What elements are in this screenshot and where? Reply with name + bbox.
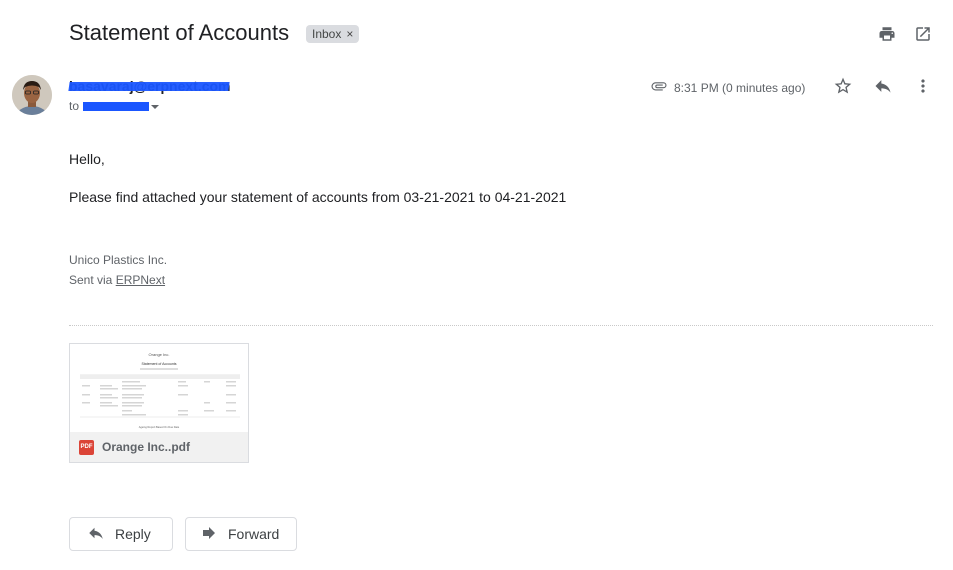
preview-company: Orange Inc. — [149, 352, 170, 357]
open-in-new-window-icon[interactable] — [911, 22, 935, 46]
signature-company: Unico Plastics Inc. — [69, 253, 168, 267]
to-prefix: to — [69, 99, 80, 113]
attachment-card[interactable]: Orange Inc. Statement of Accounts Ageing… — [69, 343, 249, 463]
reply-button[interactable]: Reply — [69, 517, 173, 551]
sender-avatar[interactable] — [12, 75, 52, 115]
print-icon[interactable] — [875, 22, 899, 46]
greeting-text: Hello, — [69, 151, 105, 167]
chevron-down-icon[interactable] — [151, 99, 160, 113]
body-text: Please find attached your statement of a… — [69, 189, 567, 205]
reply-button-label: Reply — [115, 526, 151, 542]
message-time: 8:31 PM (0 minutes ago) — [674, 80, 806, 95]
more-vert-icon[interactable] — [911, 74, 935, 98]
reply-button-icon — [87, 524, 105, 545]
attachment-filename: Orange Inc..pdf — [102, 440, 191, 454]
attachment-thumbnail: Orange Inc. Statement of Accounts Ageing… — [70, 344, 248, 432]
email-subject: Statement of Accounts — [69, 20, 290, 45]
remove-label-icon[interactable]: × — [346, 25, 353, 43]
forward-button-icon — [200, 524, 218, 545]
preview-footer: Ageing Report Based On Due Date — [139, 425, 180, 429]
attachment-footer: PDF Orange Inc..pdf — [70, 432, 248, 462]
forward-button[interactable]: Forward — [185, 517, 297, 551]
preview-title: Statement of Accounts — [141, 362, 176, 366]
paperclip-icon — [650, 77, 668, 98]
reply-icon[interactable] — [871, 74, 895, 98]
recipient-line[interactable]: to — [69, 99, 160, 113]
signature-prefix: Sent via — [69, 273, 113, 287]
attachments-divider — [69, 325, 933, 326]
message-meta: 8:31 PM (0 minutes ago) — [650, 77, 805, 98]
star-icon[interactable] — [831, 74, 855, 98]
redaction-mark — [68, 82, 230, 91]
pdf-file-icon: PDF — [79, 439, 94, 455]
signature-line: Sent via ERPNext — [69, 273, 165, 287]
inbox-label-text: Inbox — [312, 27, 342, 41]
recipient-redaction — [83, 101, 150, 111]
inbox-label-chip[interactable]: Inbox × — [306, 25, 360, 43]
forward-button-label: Forward — [228, 526, 280, 542]
erpnext-link[interactable]: ERPNext — [116, 273, 165, 287]
